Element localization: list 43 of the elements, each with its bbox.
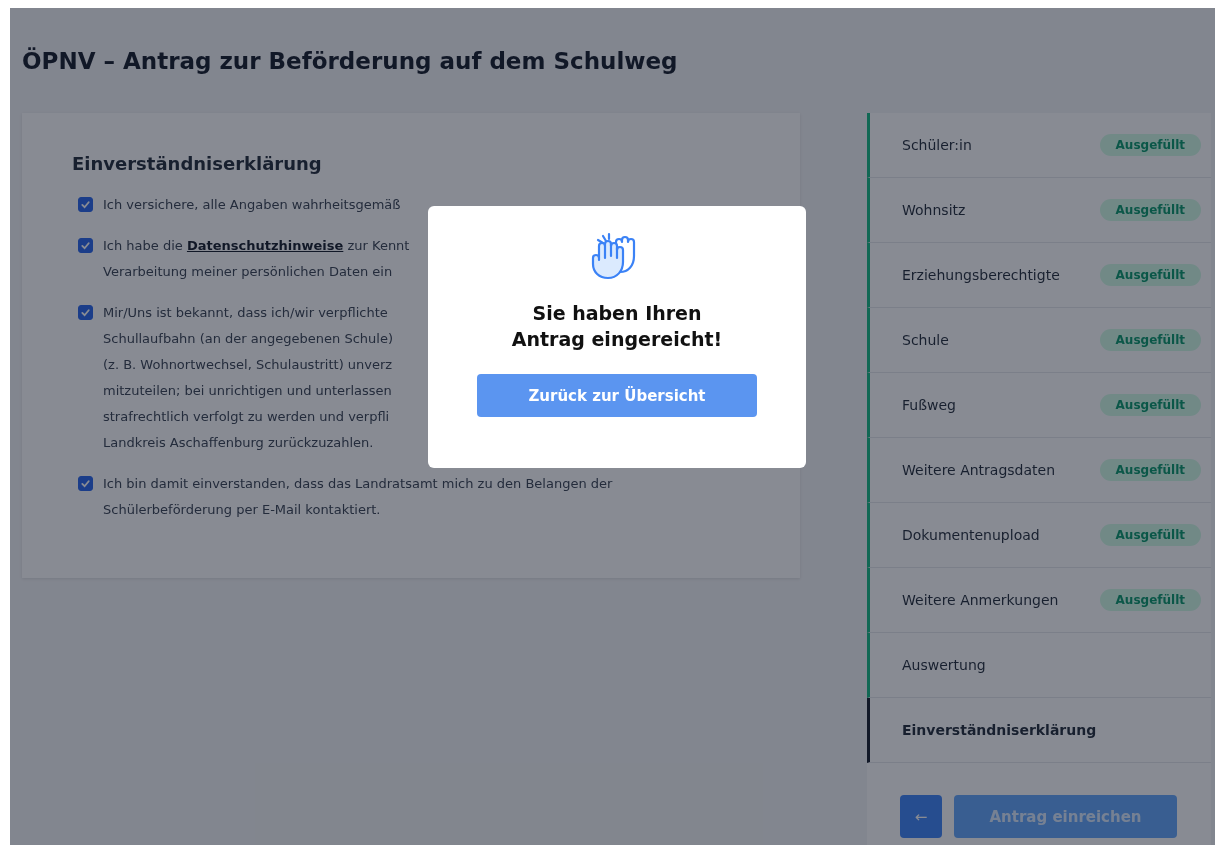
step-item[interactable]: Einverständniserklärung	[867, 698, 1211, 763]
step-item[interactable]: Schule Ausgefüllt	[867, 308, 1211, 373]
consent-text: Mir/Uns ist bekannt, dass ich/wir verpflichte	[103, 304, 389, 322]
check-icon	[80, 478, 91, 489]
step-item[interactable]: Auswertung	[867, 633, 1211, 698]
consent-text: mitzuteilen; bei unrichtigen und unterlassen	[103, 382, 393, 400]
checkbox[interactable]	[78, 305, 93, 320]
success-message: Sie haben Ihren Antrag eingereicht!	[510, 301, 724, 352]
status-badge: Ausgefüllt	[1099, 199, 1201, 221]
checkbox[interactable]	[78, 238, 93, 253]
check-icon	[80, 240, 91, 251]
status-badge: Ausgefüllt	[1099, 134, 1201, 156]
check-icon	[80, 199, 91, 210]
checkbox[interactable]	[78, 476, 93, 491]
status-badge: Ausgefüllt	[1099, 589, 1201, 611]
step-item[interactable]: Dokumentenupload Ausgefüllt	[867, 503, 1211, 568]
consent-text: Schülerbeförderung per E-Mail kontaktiert.	[103, 501, 382, 519]
page-title: ÖPNV – Antrag zur Beförderung auf dem Schulweg	[22, 46, 679, 76]
status-badge: Ausgefüllt	[1099, 394, 1201, 416]
consent-text: strafrechtlich verfolgt zu werden und verpfli	[103, 408, 391, 426]
step-item[interactable]: Wohnsitz Ausgefüllt	[867, 178, 1211, 243]
back-button[interactable]: ←	[900, 795, 942, 838]
step-item[interactable]: Erziehungsberechtigte Ausgefüllt	[867, 243, 1211, 308]
overview-button[interactable]: Zurück zur Übersicht	[477, 374, 757, 417]
status-badge: Ausgefüllt	[1099, 264, 1201, 286]
step-item[interactable]: Weitere Anmerkungen Ausgefüllt	[867, 568, 1211, 633]
consent-text: (z. B. Wohnortwechsel, Schulaustritt) unverz	[103, 356, 393, 374]
step-item[interactable]: Weitere Antragsdaten Ausgefüllt	[867, 438, 1211, 503]
consent-text: Landkreis Aschaffenburg zurückzuzahlen.	[103, 434, 375, 452]
consent-text: Ich habe die Datenschutzhinweise zur Kennt	[103, 237, 410, 255]
status-badge: Ausgefüllt	[1099, 524, 1201, 546]
consent-text: Verarbeitung meiner persönlichen Daten ein	[103, 263, 394, 281]
checkbox[interactable]	[78, 197, 93, 212]
status-badge: Ausgefüllt	[1099, 459, 1201, 481]
check-icon	[80, 307, 91, 318]
consent-text: Ich bin damit einverstanden, dass das Landratsamt mich zu den Belangen der	[103, 475, 613, 493]
consent-text: Schullaufbahn (an der angegebenen Schule)	[103, 330, 393, 348]
consent-text: Ich versichere, alle Angaben wahrheitsgemäß	[103, 196, 401, 214]
privacy-link[interactable]: Datenschutzhinweise	[186, 238, 344, 253]
step-item[interactable]: Fußweg Ausgefüllt	[867, 373, 1211, 438]
status-badge: Ausgefüllt	[1099, 329, 1201, 351]
card-heading: Einverständniserklärung	[72, 153, 323, 174]
step-item[interactable]: Schüler:in Ausgefüllt	[867, 113, 1211, 178]
